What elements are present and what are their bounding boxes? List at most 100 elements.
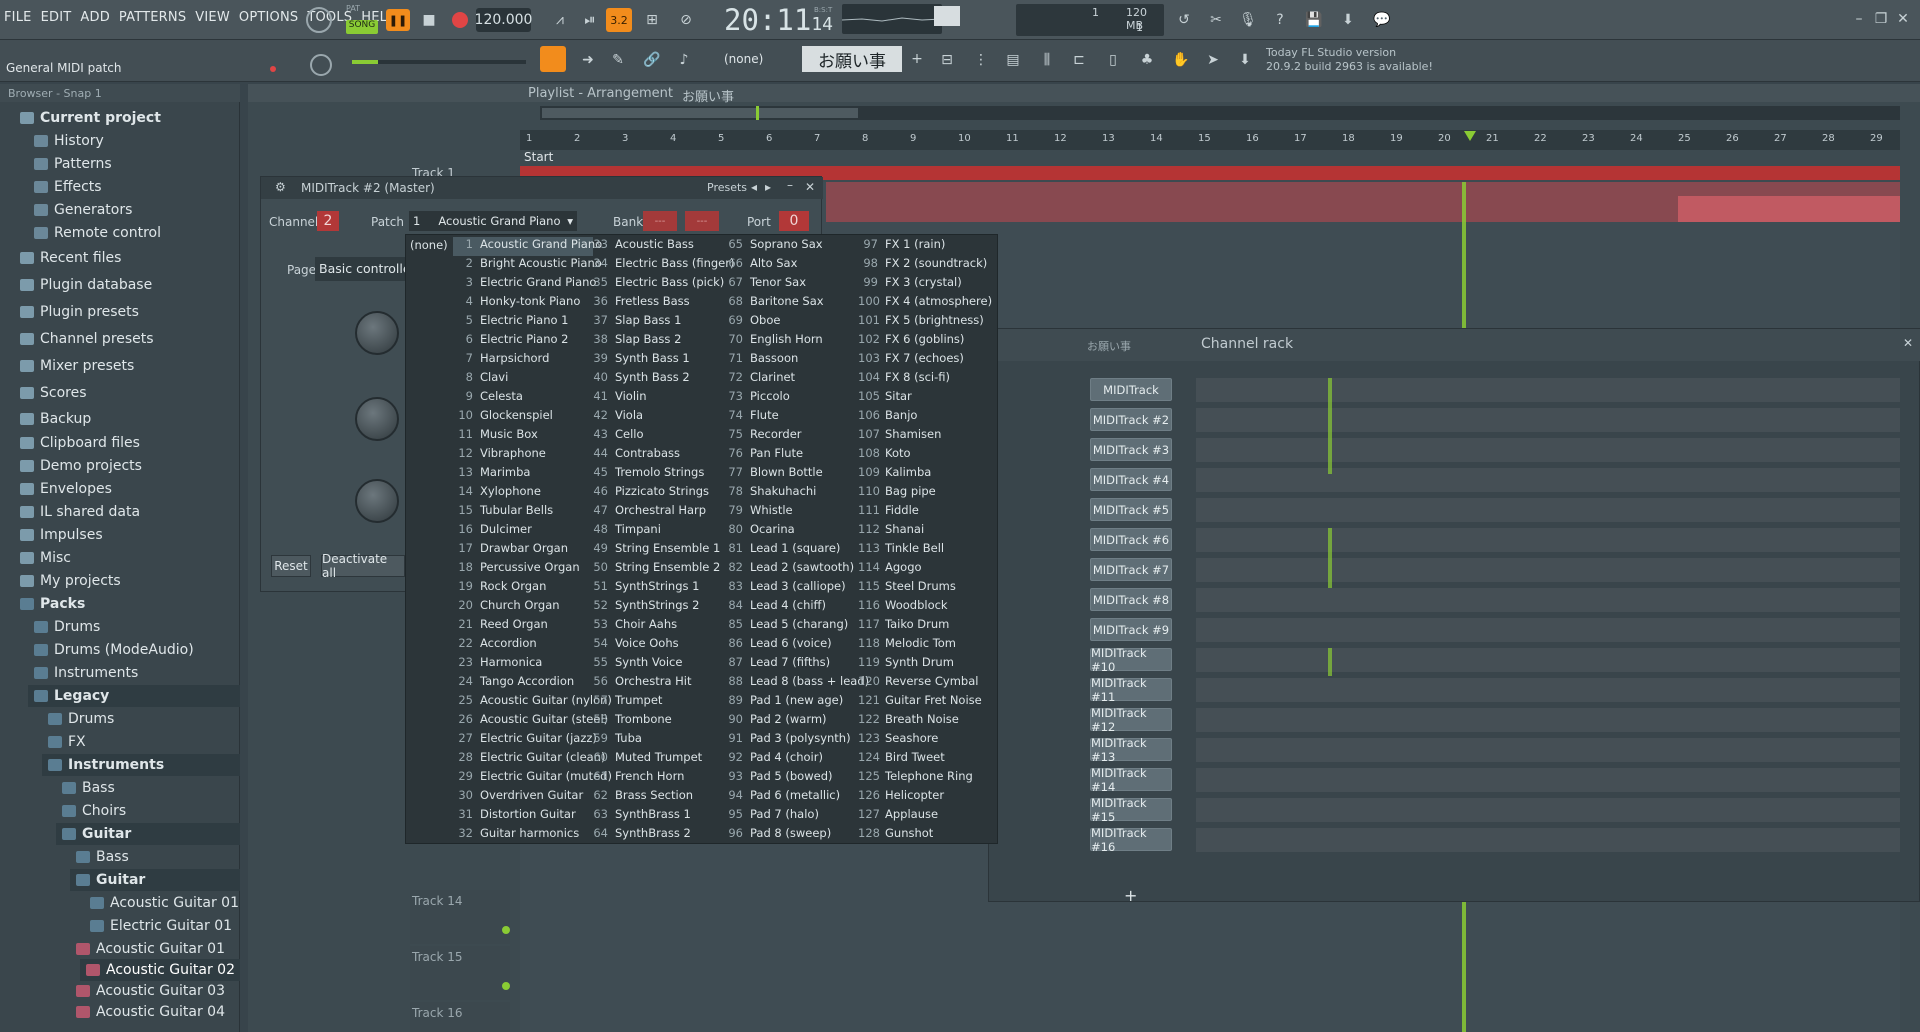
patch-option[interactable]: 77 Blown Bottle bbox=[723, 465, 822, 484]
patch-option[interactable]: 63 SynthBrass 1 bbox=[588, 807, 690, 826]
patch-option[interactable]: 65 Soprano Sax bbox=[723, 237, 822, 256]
track-header[interactable]: Track 15 bbox=[410, 946, 510, 1000]
track-mute-led[interactable] bbox=[502, 982, 510, 990]
patch-option[interactable]: 120 Reverse Cymbal bbox=[858, 674, 978, 693]
patch-option[interactable]: 117 Taiko Drum bbox=[858, 617, 949, 636]
browser-icon[interactable]: ⊏ bbox=[1066, 48, 1092, 72]
patch-option[interactable]: 112 Shanai bbox=[858, 522, 924, 541]
patch-option[interactable]: 88 Lead 8 (bass + lead) bbox=[723, 674, 869, 693]
patch-option[interactable]: 109 Kalimba bbox=[858, 465, 931, 484]
patch-option[interactable]: 89 Pad 1 (new age) bbox=[723, 693, 843, 712]
patch-option[interactable]: 107 Shamisen bbox=[858, 427, 941, 446]
menu-options[interactable]: OPTIONS bbox=[239, 10, 298, 25]
pattern-selector[interactable]: お願い事 bbox=[802, 46, 902, 72]
channel-pattern-row[interactable] bbox=[1196, 828, 1900, 852]
slide-icon[interactable]: ✎ bbox=[606, 48, 630, 72]
port-value[interactable]: 0 bbox=[779, 211, 809, 231]
patch-option[interactable]: 122 Breath Noise bbox=[858, 712, 959, 731]
patch-option[interactable]: 28 Electric Guitar (clean) bbox=[453, 750, 605, 769]
patch-option[interactable]: 118 Melodic Tom bbox=[858, 636, 956, 655]
minimize-window-icon[interactable]: – bbox=[787, 178, 793, 192]
add-pattern-icon[interactable]: + bbox=[908, 48, 926, 70]
patch-option[interactable]: 74 Flute bbox=[723, 408, 778, 427]
patch-option[interactable]: 84 Lead 4 (chiff) bbox=[723, 598, 826, 617]
master-volume-slider[interactable] bbox=[352, 60, 526, 64]
patch-option[interactable]: 6 Electric Piano 2 bbox=[453, 332, 569, 351]
patch-option[interactable]: 70 English Horn bbox=[723, 332, 822, 351]
browser-item[interactable]: Backup bbox=[20, 408, 91, 430]
patch-option[interactable]: 40 Synth Bass 2 bbox=[588, 370, 689, 389]
browser-item[interactable]: Recent files bbox=[20, 247, 121, 269]
channel-button[interactable]: MIDITrack #2 bbox=[1090, 408, 1172, 431]
master-volume-knob[interactable] bbox=[306, 7, 332, 33]
track-header[interactable]: Track 16 bbox=[410, 1002, 510, 1032]
patch-option[interactable]: 101 FX 5 (brightness) bbox=[858, 313, 984, 332]
browser-item[interactable]: Envelopes bbox=[20, 478, 112, 500]
help-icon[interactable]: ? bbox=[1268, 8, 1292, 32]
patch-option[interactable]: 20 Church Organ bbox=[453, 598, 559, 617]
bank-msb[interactable]: --- bbox=[643, 211, 677, 231]
prev-preset-icon[interactable]: ◂ bbox=[751, 180, 757, 194]
patch-option[interactable]: 54 Voice Oohs bbox=[588, 636, 678, 655]
patch-option[interactable]: 50 String Ensemble 2 bbox=[588, 560, 720, 579]
channel-rack-pattern[interactable]: お願い事 bbox=[1087, 338, 1131, 354]
close-icon[interactable]: ✕ bbox=[1903, 336, 1913, 350]
patch-option[interactable]: 37 Slap Bass 1 bbox=[588, 313, 681, 332]
patch-option[interactable]: 58 Trombone bbox=[588, 712, 671, 731]
reset-button[interactable]: Reset bbox=[271, 555, 311, 577]
browser-item[interactable]: Drums (ModeAudio) bbox=[34, 639, 194, 661]
playhead-marker[interactable] bbox=[1464, 130, 1476, 141]
patch-option[interactable]: 126 Helicopter bbox=[858, 788, 944, 807]
controller-knob[interactable] bbox=[355, 479, 399, 523]
patch-option[interactable]: 72 Clarinet bbox=[723, 370, 795, 389]
patch-option[interactable]: 44 Contrabass bbox=[588, 446, 680, 465]
patch-option[interactable]: 43 Cello bbox=[588, 427, 643, 446]
tempo-display[interactable]: 120.000 bbox=[475, 8, 532, 32]
patch-option[interactable]: 124 Bird Tweet bbox=[858, 750, 945, 769]
channel-button[interactable]: MIDITrack #14 bbox=[1090, 766, 1172, 794]
save-icon[interactable]: 💾 bbox=[1302, 8, 1326, 32]
patch-option[interactable]: 81 Lead 1 (square) bbox=[723, 541, 840, 560]
menu-view[interactable]: VIEW bbox=[195, 10, 230, 25]
browser-item[interactable]: Packs bbox=[20, 593, 85, 615]
patch-option[interactable]: 55 Synth Voice bbox=[588, 655, 682, 674]
mixer-window-icon[interactable]: ⫼ bbox=[1034, 48, 1060, 72]
patch-option[interactable]: 110 Bag pipe bbox=[858, 484, 936, 503]
patch-option[interactable]: 48 Timpani bbox=[588, 522, 661, 541]
presets-label[interactable]: Presets bbox=[707, 181, 747, 194]
channel-button[interactable]: MIDITrack #3 bbox=[1090, 438, 1172, 461]
patch-option[interactable]: 115 Steel Drums bbox=[858, 579, 956, 598]
patch-option[interactable]: 67 Tenor Sax bbox=[723, 275, 806, 294]
close-icon[interactable]: ✕ bbox=[1894, 10, 1912, 28]
link-icon[interactable]: 🔗 bbox=[640, 48, 664, 72]
pause-button[interactable]: ❚❚ bbox=[386, 9, 410, 31]
menu-edit[interactable]: EDIT bbox=[41, 10, 72, 25]
patch-option[interactable]: 73 Piccolo bbox=[723, 389, 789, 408]
patch-option[interactable]: 69 Oboe bbox=[723, 313, 780, 332]
patch-option[interactable]: 45 Tremolo Strings bbox=[588, 465, 704, 484]
channel-button[interactable]: MIDITrack #13 bbox=[1090, 736, 1172, 764]
pattern-clip-highlight[interactable] bbox=[1678, 196, 1900, 222]
channel-pattern-row[interactable] bbox=[1196, 798, 1900, 822]
next-preset-icon[interactable]: ▸ bbox=[765, 180, 771, 194]
browser-item[interactable]: Acoustic Guitar 03 bbox=[76, 980, 225, 1002]
stamp-icon[interactable]: ♪ bbox=[672, 48, 696, 72]
patch-option[interactable]: 66 Alto Sax bbox=[723, 256, 797, 275]
browser-item[interactable]: Bass bbox=[62, 777, 115, 799]
deactivate-all-button[interactable]: Deactivate all bbox=[321, 552, 405, 580]
browser-item[interactable]: Current project bbox=[20, 107, 161, 129]
patch-option[interactable]: 1 Acoustic Grand Piano bbox=[453, 237, 602, 256]
channel-pattern-row[interactable] bbox=[1196, 378, 1900, 402]
patch-option[interactable]: 32 Guitar harmonics bbox=[453, 826, 579, 845]
channel-pattern-row[interactable] bbox=[1196, 768, 1900, 792]
patch-option[interactable]: 87 Lead 7 (fifths) bbox=[723, 655, 830, 674]
patch-option[interactable]: 4 Honky-tonk Piano bbox=[453, 294, 581, 313]
browser-item[interactable]: Impulses bbox=[20, 524, 103, 546]
patch-option[interactable]: 100 FX 4 (atmosphere) bbox=[858, 294, 992, 313]
touch-keyboard-icon[interactable]: ✋ bbox=[1168, 48, 1194, 72]
patch-option[interactable]: 34 Electric Bass (finger) bbox=[588, 256, 734, 275]
browser-item[interactable]: Patterns bbox=[34, 153, 112, 175]
plugin-picker-icon[interactable]: ♣ bbox=[1134, 48, 1160, 72]
patch-option[interactable]: 60 Muted Trumpet bbox=[588, 750, 702, 769]
patch-option[interactable]: 113 Tinkle Bell bbox=[858, 541, 944, 560]
